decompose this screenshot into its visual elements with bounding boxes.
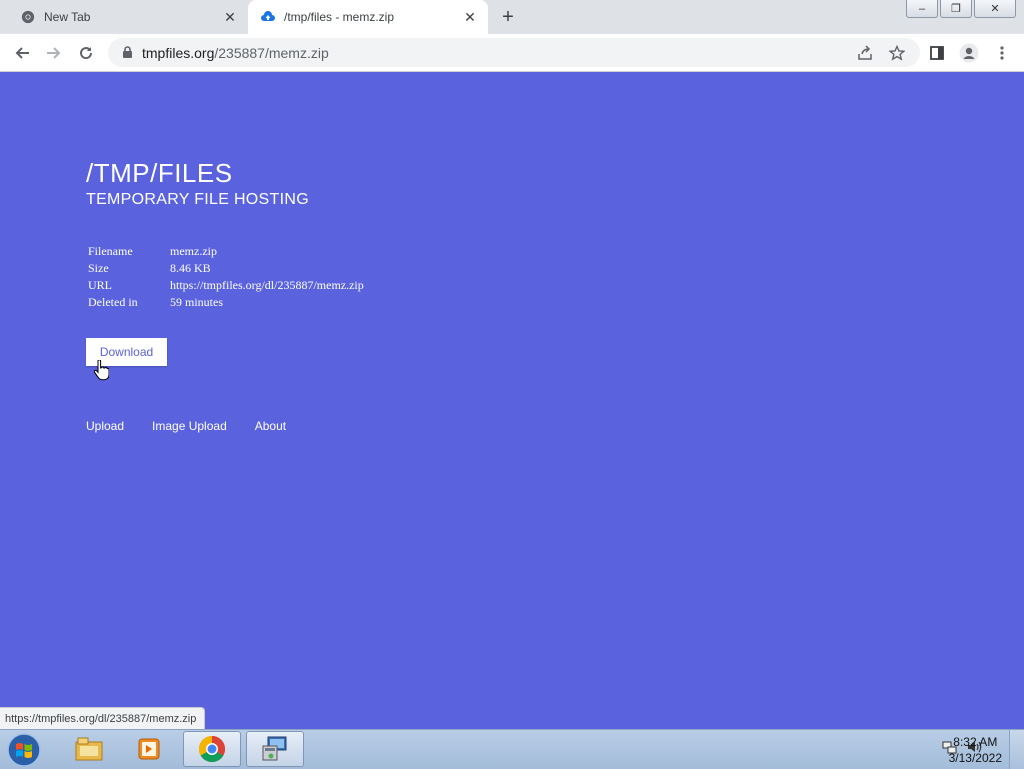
tab-title: New Tab [44,10,91,24]
bookmark-star-icon[interactable] [886,42,908,64]
taskbar-media-player[interactable] [120,731,178,767]
cloud-upload-icon [260,9,276,25]
link-status-bar: https://tmpfiles.org/dl/235887/memz.zip [0,707,206,730]
url-label: URL [88,278,112,292]
deleted-in-value: 59 minutes [170,295,223,309]
profile-avatar-icon[interactable] [958,42,980,64]
windows-explorer-icon [75,737,103,761]
footer-nav: Upload Image Upload About [86,419,286,433]
taskbar-network-setup[interactable] [246,731,304,767]
filename-value: memz.zip [170,244,217,258]
windows-taskbar: 8:32 AM 3/13/2022 [0,729,1024,769]
taskbar-clock[interactable]: 8:32 AM 3/13/2022 [949,734,1002,766]
side-panel-icon[interactable] [926,42,948,64]
url-value: https://tmpfiles.org/dl/235887/memz.zip [170,278,364,292]
lock-icon[interactable] [120,46,134,60]
close-window-button[interactable]: ✕ [974,0,1016,18]
table-row: Size 8.46 KB [88,261,364,278]
forward-icon[interactable] [43,42,65,64]
chrome-icon [20,9,36,25]
about-link[interactable]: About [255,419,286,433]
network-setup-icon [262,736,287,761]
table-row: Filename memz.zip [88,244,364,261]
back-icon[interactable] [11,42,33,64]
upload-link[interactable]: Upload [86,419,124,433]
address-bar[interactable]: tmpfiles.org/235887/memz.zip [108,38,920,67]
start-button[interactable] [4,731,44,769]
page-title: /TMP/FILES [86,158,233,188]
tab-tmpfiles[interactable]: /tmp/files - memz.zip ✕ [248,0,488,34]
table-row: URL https://tmpfiles.org/dl/235887/memz.… [88,278,364,295]
taskbar-chrome[interactable] [183,731,241,767]
show-desktop-button[interactable] [1009,730,1024,769]
filename-label: Filename [88,244,133,258]
page-subtitle: TEMPORARY FILE HOSTING [86,191,309,208]
page-content: /TMP/FILES TEMPORARY FILE HOSTING Filena… [0,72,1024,729]
restore-button[interactable]: ❐ [940,0,972,18]
deleted-in-label: Deleted in [88,295,138,309]
window-controls: – ❐ ✕ [906,0,1016,18]
image-upload-link[interactable]: Image Upload [152,419,227,433]
reload-icon[interactable] [75,42,97,64]
new-tab-button[interactable]: + [498,6,518,28]
tab-title: /tmp/files - memz.zip [284,10,395,24]
close-tab-icon[interactable]: ✕ [462,9,478,25]
tab-strip: New Tab ✕ /tmp/files - memz.zip ✕ + – ❐ … [0,0,1024,34]
menu-kebab-icon[interactable] [991,42,1013,64]
clock-date: 3/13/2022 [948,751,1002,765]
tab-new-tab[interactable]: New Tab ✕ [8,0,248,34]
size-label: Size [88,261,109,275]
address-url: tmpfiles.org/235887/memz.zip [142,44,329,61]
size-value: 8.46 KB [170,261,211,275]
browser-toolbar: tmpfiles.org/235887/memz.zip [0,34,1024,72]
close-tab-icon[interactable]: ✕ [222,9,238,25]
chrome-icon [198,735,226,763]
clock-time: 8:32 AM [953,735,998,749]
minimize-button[interactable]: – [906,0,938,18]
media-player-icon [138,738,160,760]
windows-logo-icon [7,733,41,767]
hand-cursor-icon [93,360,109,381]
table-row: Deleted in 59 minutes [88,295,364,312]
file-info-table: Filename memz.zip Size 8.46 KB URL https… [88,244,364,312]
share-icon[interactable] [854,42,876,64]
taskbar-explorer[interactable] [60,731,118,767]
